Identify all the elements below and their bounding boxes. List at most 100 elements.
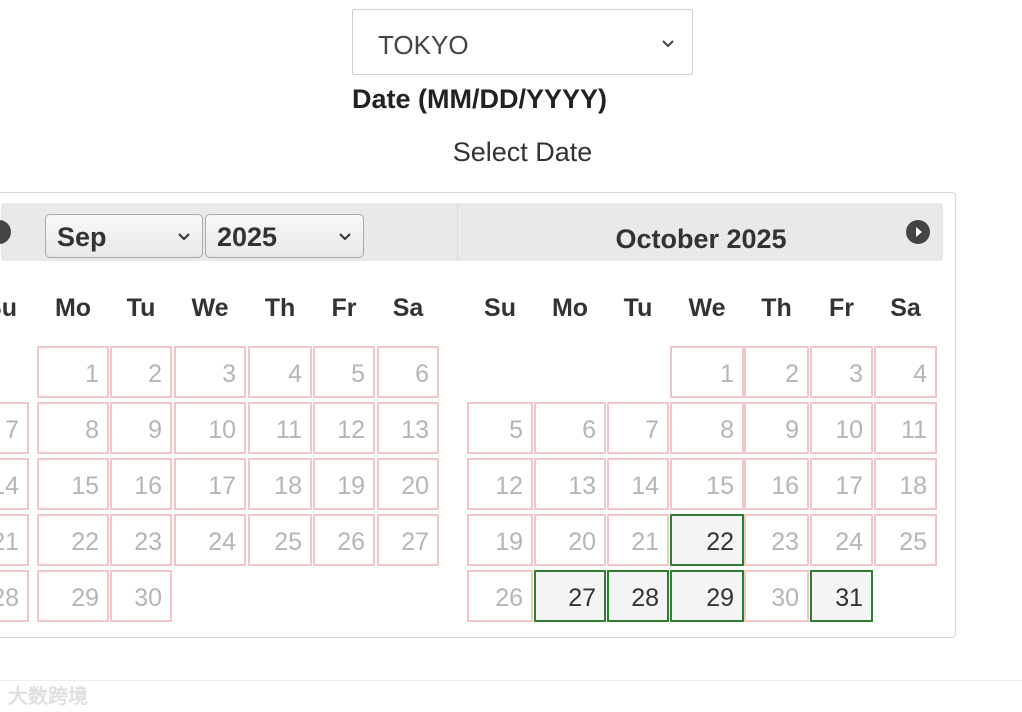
year-dropdown-value: 2025 — [217, 222, 278, 252]
september-day-cell: 13 — [377, 402, 439, 454]
october-day-number: 3 — [849, 360, 863, 388]
october-day-cell[interactable]: 29 — [670, 570, 744, 622]
september-weekday-header: Tu — [126, 294, 156, 322]
october-day-number: 16 — [771, 472, 799, 500]
september-day-number: 29 — [71, 584, 99, 612]
september-day-number: 13 — [401, 416, 429, 444]
date-label: Date (MM/DD/YYYY) — [352, 84, 608, 114]
september-day-number: 11 — [276, 416, 302, 444]
october-weekday-header: Sa — [890, 294, 921, 322]
october-day-cell: 18 — [874, 458, 937, 510]
september-day-number: 16 — [134, 472, 162, 500]
october-day-number: 11 — [901, 416, 927, 444]
september-day-number: 24 — [208, 528, 236, 556]
september-day-cell: 3 — [174, 346, 246, 398]
september-day-number: 9 — [148, 416, 162, 444]
october-day-cell: 26 — [467, 570, 533, 622]
october-day-cell[interactable]: 22 — [670, 514, 744, 566]
september-day-number: 19 — [337, 472, 365, 500]
october-day-number: 21 — [631, 528, 659, 556]
october-day-number: 12 — [495, 472, 523, 500]
september-day-cell: 14 — [0, 458, 29, 510]
september-weekday-header: We — [191, 294, 229, 322]
october-day-cell: 24 — [810, 514, 873, 566]
september-day-cell: 6 — [377, 346, 439, 398]
september-day-cell: 23 — [110, 514, 172, 566]
next-arrow-glyph — [916, 227, 922, 237]
october-day-number: 31 — [835, 584, 863, 612]
chevron-down-icon — [339, 233, 351, 241]
september-day-cell: 16 — [110, 458, 172, 510]
september-day-cell: 7 — [0, 402, 29, 454]
watermark-logo: 大数跨境 — [8, 686, 88, 708]
september-day-cell: 21 — [0, 514, 29, 566]
october-weekday-header: Tu — [623, 294, 653, 322]
october-day-cell: 8 — [670, 402, 744, 454]
september-day-cell: 5 — [313, 346, 375, 398]
chevron-down-icon — [178, 233, 190, 241]
october-day-cell: 21 — [607, 514, 669, 566]
october-day-number: 22 — [706, 528, 734, 556]
city-select[interactable]: TOKYO — [352, 9, 693, 75]
september-day-number: 22 — [71, 528, 99, 556]
prev-arrow-icon[interactable] — [0, 220, 11, 244]
september-day-number: 30 — [134, 584, 162, 612]
september-day-number: 2 — [148, 360, 162, 388]
october-day-cell[interactable]: 27 — [534, 570, 606, 622]
october-day-number: 6 — [582, 416, 596, 444]
october-day-number: 27 — [568, 584, 596, 612]
september-day-cell: 4 — [248, 346, 312, 398]
october-day-cell: 4 — [874, 346, 937, 398]
october-day-cell: 20 — [534, 514, 606, 566]
october-day-cell: 15 — [670, 458, 744, 510]
september-day-cell: 17 — [174, 458, 246, 510]
next-arrow-icon[interactable] — [906, 220, 930, 244]
october-day-number: 30 — [771, 584, 799, 612]
september-day-number: 5 — [351, 360, 365, 388]
september-day-cell: 10 — [174, 402, 246, 454]
datepicker: Sep 2025 October 2025 SuMoTuWeThFrSa1234… — [0, 192, 956, 638]
october-weekday-header: Th — [761, 294, 792, 322]
october-day-number: 8 — [720, 416, 734, 444]
september-day-number: 21 — [0, 528, 19, 556]
september-day-number: 28 — [0, 584, 19, 612]
september-day-cell: 18 — [248, 458, 312, 510]
september-day-cell: 2 — [110, 346, 172, 398]
chevron-down-icon — [662, 40, 674, 48]
month-dropdown[interactable]: Sep — [45, 214, 203, 258]
september-day-number: 26 — [337, 528, 365, 556]
october-day-cell[interactable]: 31 — [810, 570, 873, 622]
september-day-cell: 29 — [37, 570, 109, 622]
october-day-cell: 13 — [534, 458, 606, 510]
october-weekday-header: Fr — [829, 294, 854, 322]
october-day-number: 23 — [771, 528, 799, 556]
september-day-cell: 27 — [377, 514, 439, 566]
september-weekday-header: Su — [0, 294, 17, 322]
october-day-cell: 6 — [534, 402, 606, 454]
month-dropdown-value: Sep — [57, 222, 107, 252]
october-day-cell: 2 — [744, 346, 809, 398]
october-day-cell: 25 — [874, 514, 937, 566]
october-day-cell: 17 — [810, 458, 873, 510]
september-day-cell: 30 — [110, 570, 172, 622]
october-day-number: 9 — [785, 416, 799, 444]
october-day-number: 28 — [631, 584, 659, 612]
october-day-cell[interactable]: 28 — [607, 570, 669, 622]
october-day-cell: 1 — [670, 346, 744, 398]
september-day-number: 1 — [85, 360, 99, 388]
october-day-cell: 30 — [744, 570, 809, 622]
october-day-number: 20 — [568, 528, 596, 556]
september-day-cell: 1 — [37, 346, 109, 398]
select-date-hint: Select Date — [452, 137, 593, 167]
september-day-number: 10 — [208, 416, 236, 444]
october-day-cell: 9 — [744, 402, 809, 454]
september-day-cell: 25 — [248, 514, 312, 566]
october-day-number: 2 — [785, 360, 799, 388]
september-day-cell: 26 — [313, 514, 375, 566]
year-dropdown[interactable]: 2025 — [205, 214, 364, 258]
september-day-number: 4 — [288, 360, 302, 388]
october-day-number: 15 — [706, 472, 734, 500]
october-day-number: 26 — [495, 584, 523, 612]
september-day-cell: 15 — [37, 458, 109, 510]
september-day-number: 15 — [71, 472, 99, 500]
